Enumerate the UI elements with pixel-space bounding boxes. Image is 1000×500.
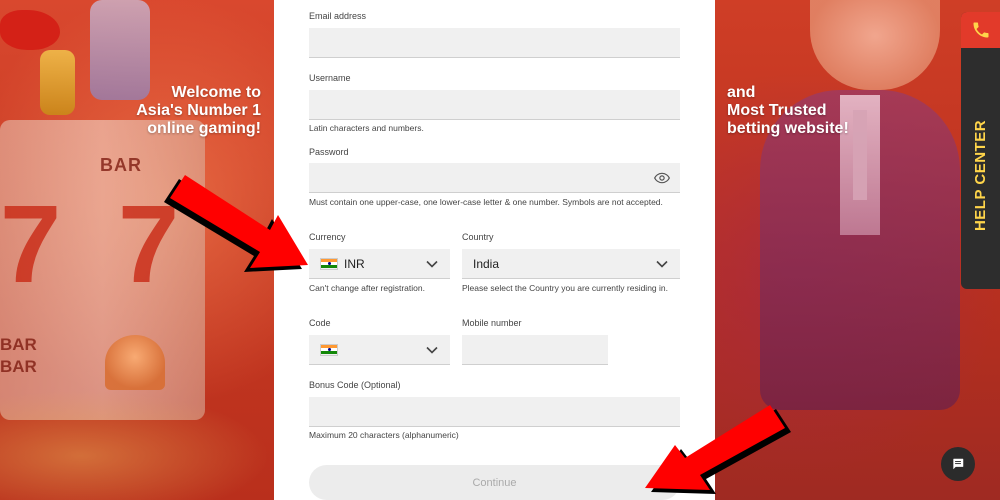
slot-reel-bar-bottom-2: BAR — [0, 357, 37, 376]
chevron-down-icon — [656, 260, 668, 268]
phone-icon[interactable] — [961, 12, 1000, 48]
email-input[interactable] — [309, 28, 680, 57]
help-center-tab[interactable]: HELP CENTER — [961, 12, 1000, 289]
slot-reel-bar-top: BAR — [100, 155, 142, 175]
gift-bow-decoration — [0, 10, 60, 50]
country-select[interactable]: India — [462, 249, 680, 279]
red-arrow-annotation-currency — [164, 175, 308, 272]
currency-hint: Can't change after registration. — [309, 283, 425, 293]
password-label: Password — [309, 147, 349, 157]
india-flag-icon — [320, 343, 338, 356]
bonus-code-field[interactable] — [309, 397, 680, 427]
welcome-line-2: Asia's Number 1 — [136, 102, 261, 119]
password-input[interactable] — [309, 163, 680, 192]
red-arrow-annotation-continue — [645, 405, 791, 494]
code-label: Code — [309, 318, 331, 328]
username-input[interactable] — [309, 90, 680, 119]
username-field[interactable] — [309, 90, 680, 120]
trusted-line-1: and — [727, 84, 756, 101]
trusted-line-3: betting website! — [727, 120, 849, 137]
username-hint: Latin characters and numbers. — [309, 123, 424, 133]
username-label: Username — [309, 73, 351, 83]
help-center-label: HELP CENTER — [972, 119, 990, 232]
chevron-down-icon — [426, 346, 438, 354]
mobile-input[interactable] — [462, 335, 608, 364]
country-value: India — [473, 256, 500, 271]
india-flag-icon — [320, 257, 338, 270]
country-hint: Please select the Country you are curren… — [462, 283, 668, 293]
show-password-eye-icon[interactable] — [654, 171, 670, 185]
email-field[interactable] — [309, 28, 680, 58]
email-label: Email address — [309, 11, 367, 21]
password-field[interactable] — [309, 163, 680, 193]
coin-stack-decoration — [40, 50, 75, 115]
chat-icon — [953, 458, 964, 470]
bonus-code-label: Bonus Code (Optional) — [309, 380, 401, 390]
chat-button[interactable] — [941, 447, 975, 481]
currency-label: Currency — [309, 232, 346, 242]
coins-pile-decoration — [0, 390, 270, 500]
welcome-promo-text: Welcome to Asia's Number 1 online gaming… — [101, 84, 261, 138]
bonus-code-input[interactable] — [309, 397, 680, 426]
slot-reel-seven-left: 7 — [0, 183, 62, 306]
welcome-line-1: Welcome to — [171, 84, 262, 101]
help-center-label-wrap: HELP CENTER — [961, 62, 1000, 289]
currency-value: INR — [344, 256, 365, 271]
bonus-code-hint: Maximum 20 characters (alphanumeric) — [309, 430, 459, 440]
welcome-line-3: online gaming! — [147, 120, 261, 137]
continue-button[interactable]: Continue — [309, 465, 680, 500]
phone-code-select[interactable] — [309, 335, 450, 365]
mobile-label: Mobile number — [462, 318, 522, 328]
mobile-field[interactable] — [462, 335, 608, 365]
trusted-line-2: Most Trusted — [727, 102, 827, 119]
chevron-down-icon — [426, 260, 438, 268]
slot-reel-bar-bottom-1: BAR — [0, 335, 37, 354]
password-hint: Must contain one upper-case, one lower-c… — [309, 197, 663, 207]
country-label: Country — [462, 232, 494, 242]
currency-select[interactable]: INR — [309, 249, 450, 279]
trusted-promo-text: and Most Trusted betting website! — [727, 84, 897, 138]
bell-decoration — [105, 335, 165, 390]
